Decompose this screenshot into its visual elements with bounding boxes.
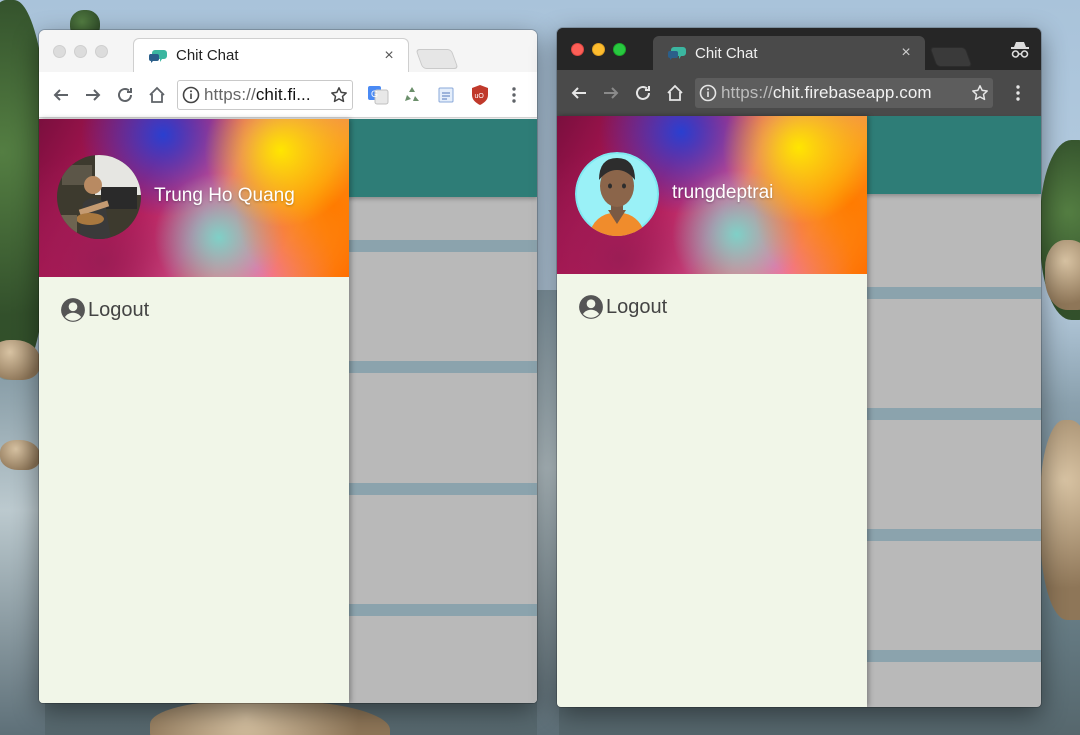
reload-button[interactable] [627,77,659,109]
maximize-window-button[interactable] [95,45,108,58]
drawer-header: Trung Ho Quang [39,119,349,277]
logout-button[interactable]: Logout [60,297,149,323]
browser-window-light: Chit Chat × https://chit.fi... G uO Trun… [39,30,537,703]
web-page: trungdeptrai Logout [557,116,1041,707]
arrow-left-icon [571,87,586,99]
navigation-drawer: trungdeptrai Logout [557,116,867,707]
reload-button[interactable] [109,79,141,111]
home-button[interactable] [659,77,691,109]
tab-close-button[interactable]: × [897,44,915,62]
maximize-window-button[interactable] [613,43,626,56]
user-name: Trung Ho Quang [154,185,295,206]
user-name: trungdeptrai [672,182,774,203]
url-text: https://chit.firebaseapp.com [721,83,932,102]
chat-bubble-icon [667,45,687,61]
tab-title: Chit Chat [695,44,758,62]
incognito-icon [1009,40,1031,60]
info-icon[interactable] [695,84,721,102]
browser-toolbar: https://chit.firebaseapp.com [557,70,1041,116]
tab-strip: Chit Chat × [39,30,537,72]
new-tab-button[interactable] [415,49,459,69]
svg-text:G: G [371,89,378,99]
web-page: Trung Ho Quang Logout [39,119,537,703]
tab-strip: Chit Chat × [557,28,1041,70]
back-button[interactable] [45,79,77,111]
home-icon [149,86,165,103]
tab-title: Chit Chat [176,47,239,64]
bookmark-star-icon[interactable] [326,86,352,104]
minimize-window-button[interactable] [74,45,87,58]
arrow-right-icon [604,87,619,99]
address-bar[interactable]: https://chit.firebaseapp.com [695,78,993,108]
bookmark-star-icon[interactable] [967,84,993,102]
drawer-header: trungdeptrai [557,116,867,274]
account-circle-icon [61,298,85,322]
svg-text:uO: uO [475,93,485,100]
minimize-window-button[interactable] [592,43,605,56]
info-icon[interactable] [178,86,204,104]
chat-bubble-icon [148,48,168,64]
forward-button[interactable] [595,77,627,109]
tab-chit-chat[interactable]: Chit Chat × [133,38,409,72]
reload-icon [118,87,132,102]
window-controls[interactable] [53,45,108,58]
home-button[interactable] [141,79,173,111]
url-text: https://chit.fi... [204,84,311,104]
address-bar[interactable]: https://chit.fi... [177,79,353,110]
back-button[interactable] [563,77,595,109]
browser-toolbar: https://chit.fi... G uO [39,72,537,118]
window-controls[interactable] [571,43,626,56]
arrow-left-icon [53,88,68,101]
new-tab-button[interactable] [929,47,973,67]
avatar[interactable] [57,155,141,239]
reload-icon [636,85,650,100]
navigation-drawer: Trung Ho Quang Logout [39,119,349,703]
browser-window-incognito: Chit Chat × https://chit.firebaseapp.com [557,28,1041,707]
google-translate-icon[interactable]: G [361,79,395,111]
home-icon [667,84,683,101]
recycle-icon[interactable] [395,79,429,111]
close-window-button[interactable] [571,43,584,56]
ublock-icon[interactable]: uO [463,79,497,111]
avatar[interactable] [575,152,659,236]
logout-label: Logout [606,295,668,318]
menu-kebab-icon[interactable] [497,79,531,111]
tab-close-button[interactable]: × [380,47,398,65]
forward-button[interactable] [77,79,109,111]
tab-chit-chat[interactable]: Chit Chat × [653,36,925,70]
arrow-right-icon [86,88,101,101]
close-window-button[interactable] [53,45,66,58]
account-circle-icon [579,295,603,319]
notepad-icon[interactable] [429,79,463,111]
menu-kebab-icon[interactable] [1001,77,1035,109]
logout-label: Logout [88,298,150,321]
logout-button[interactable]: Logout [578,294,667,320]
